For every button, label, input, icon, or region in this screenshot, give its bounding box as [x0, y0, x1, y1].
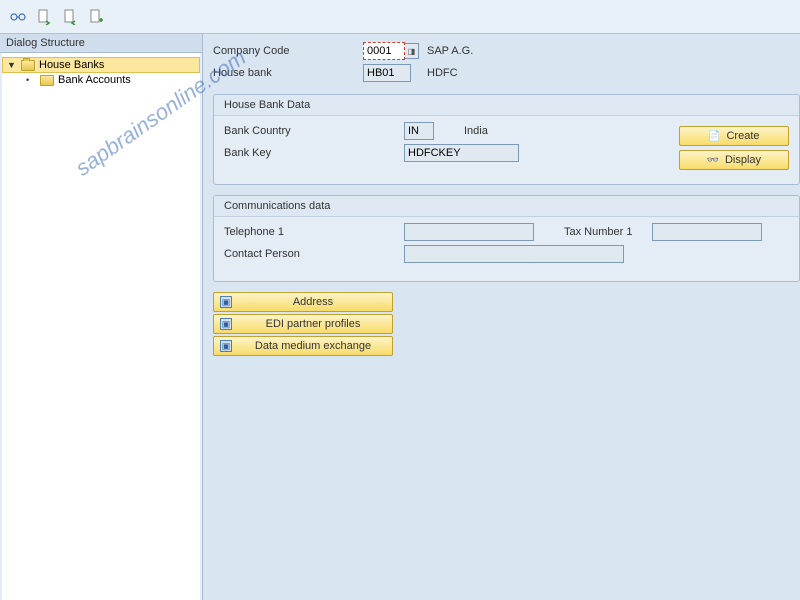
company-code-label: Company Code — [213, 45, 363, 57]
action-buttons: ▣ Address ▣ EDI partner profiles ▣ Data … — [213, 292, 393, 356]
display-button[interactable]: 👓 Display — [679, 150, 789, 170]
content-panel: Company Code ◨ SAP A.G. House bank HDFC … — [203, 34, 800, 600]
f4-help-icon[interactable]: ◨ — [405, 43, 419, 59]
header-fields: Company Code ◨ SAP A.G. House bank HDFC — [213, 42, 800, 82]
contact-person-label: Contact Person — [224, 248, 404, 260]
company-code-desc: SAP A.G. — [427, 45, 473, 57]
tax-number1-label: Tax Number 1 — [564, 226, 632, 238]
expand-icon: ▣ — [220, 340, 232, 352]
expand-icon: ▣ — [220, 296, 232, 308]
create-button[interactable]: 📄 Create — [679, 126, 789, 146]
folder-icon — [40, 75, 54, 86]
document-new-icon: 📄 — [708, 130, 720, 142]
tree-item-house-banks[interactable]: ▼ House Banks — [2, 57, 200, 73]
bullet-icon: • — [26, 75, 36, 85]
dme-button-label: Data medium exchange — [240, 340, 386, 352]
edi-button-label: EDI partner profiles — [240, 318, 386, 330]
tree-item-label: House Banks — [39, 59, 104, 71]
tree-item-bank-accounts[interactable]: • Bank Accounts — [2, 73, 200, 87]
display-button-label: Display — [725, 154, 761, 166]
create-button-label: Create — [726, 130, 759, 142]
glasses-icon[interactable] — [10, 9, 26, 25]
house-bank-label: House bank — [213, 67, 363, 79]
company-code-input[interactable] — [363, 42, 405, 60]
telephone1-label: Telephone 1 — [224, 226, 404, 238]
toolbar — [0, 0, 800, 34]
house-bank-data-group: House Bank Data Bank Country India Bank … — [213, 94, 800, 185]
address-button-label: Address — [240, 296, 386, 308]
address-button[interactable]: ▣ Address — [213, 292, 393, 312]
house-bank-input[interactable] — [363, 64, 411, 82]
document-export-icon[interactable] — [36, 9, 52, 25]
bank-key-label: Bank Key — [224, 147, 404, 159]
glasses-icon: 👓 — [707, 154, 719, 166]
house-bank-desc: HDFC — [427, 67, 458, 79]
document-plus-icon[interactable] — [88, 9, 104, 25]
tree-item-label: Bank Accounts — [58, 74, 131, 86]
dialog-structure-title: Dialog Structure — [0, 34, 202, 53]
edi-partner-profiles-button[interactable]: ▣ EDI partner profiles — [213, 314, 393, 334]
dialog-structure-panel: Dialog Structure ▼ House Banks • Bank Ac… — [0, 34, 203, 600]
expand-icon: ▣ — [220, 318, 232, 330]
folder-open-icon — [21, 60, 35, 71]
communications-group: Communications data Telephone 1 Tax Numb… — [213, 195, 800, 282]
bank-country-input[interactable] — [404, 122, 434, 140]
bank-country-desc: India — [464, 125, 488, 137]
telephone1-input[interactable] — [404, 223, 534, 241]
expand-arrow-icon[interactable]: ▼ — [7, 60, 17, 70]
house-bank-data-title: House Bank Data — [214, 95, 799, 116]
bank-key-input[interactable] — [404, 144, 519, 162]
data-medium-exchange-button[interactable]: ▣ Data medium exchange — [213, 336, 393, 356]
communications-title: Communications data — [214, 196, 799, 217]
tax-number1-input[interactable] — [652, 223, 762, 241]
contact-person-input[interactable] — [404, 245, 624, 263]
document-import-icon[interactable] — [62, 9, 78, 25]
dialog-structure-tree: ▼ House Banks • Bank Accounts — [2, 53, 200, 600]
bank-country-label: Bank Country — [224, 125, 404, 137]
